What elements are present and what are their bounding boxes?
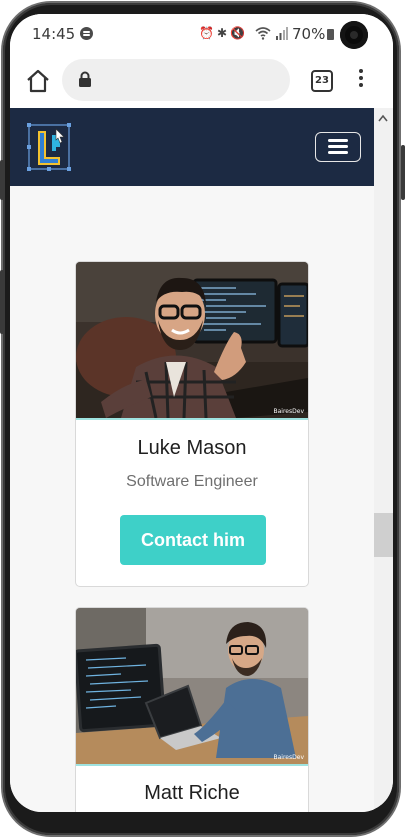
team-member-photo: BairesDev xyxy=(76,262,308,420)
team-card: BairesDev Matt Riche xyxy=(75,607,309,812)
chevron-up-icon[interactable] xyxy=(378,114,388,122)
alarm-icon: ⏰ xyxy=(199,26,217,40)
contact-button[interactable]: Contact him xyxy=(120,515,266,565)
team-member-photo: BairesDev xyxy=(76,608,308,766)
lock-icon xyxy=(79,71,91,87)
battery-percent: 70% xyxy=(292,25,326,43)
site-navbar xyxy=(10,108,374,186)
address-bar[interactable] xyxy=(62,59,290,101)
browser-menu-icon[interactable] xyxy=(358,69,364,91)
team-card: BairesDev Luke Mason Software Engineer C… xyxy=(75,261,309,587)
status-time: 14:45 xyxy=(32,25,76,43)
mute-icon: 🔇 xyxy=(230,26,248,40)
home-icon[interactable] xyxy=(25,68,51,94)
web-page[interactable]: BairesDev Luke Mason Software Engineer C… xyxy=(10,108,374,812)
team-member-name: Luke Mason xyxy=(137,437,247,459)
battery-indicator: 70% xyxy=(292,25,335,43)
bluetooth-icon: ✱ xyxy=(216,26,231,40)
signal-icon xyxy=(276,27,288,40)
site-logo[interactable] xyxy=(26,121,72,173)
photo-watermark: BairesDev xyxy=(273,408,304,415)
nav-toggle-button[interactable] xyxy=(315,132,361,162)
tab-switcher-button[interactable]: 23 xyxy=(311,70,333,92)
team-member-name: Matt Riche xyxy=(144,782,240,804)
status-icons: ⏰✱🔇 xyxy=(199,26,248,40)
battery-icon xyxy=(327,29,335,40)
wifi-icon xyxy=(255,27,271,40)
spotify-icon xyxy=(80,27,93,40)
phone-screen: 14:45 ⏰✱🔇 70% 23 BairesDev Luke Mason So… xyxy=(10,14,393,812)
photo-watermark: BairesDev xyxy=(273,754,304,761)
page-scrollbar[interactable] xyxy=(374,108,393,812)
browser-toolbar: 23 xyxy=(10,54,393,108)
side-button xyxy=(0,160,4,200)
side-button xyxy=(0,270,4,334)
front-camera xyxy=(340,21,368,49)
side-button xyxy=(401,145,405,200)
team-member-role: Software Engineer xyxy=(126,473,258,490)
scrollbar-thumb[interactable] xyxy=(374,513,393,557)
status-bar: 14:45 ⏰✱🔇 70% xyxy=(10,14,393,54)
